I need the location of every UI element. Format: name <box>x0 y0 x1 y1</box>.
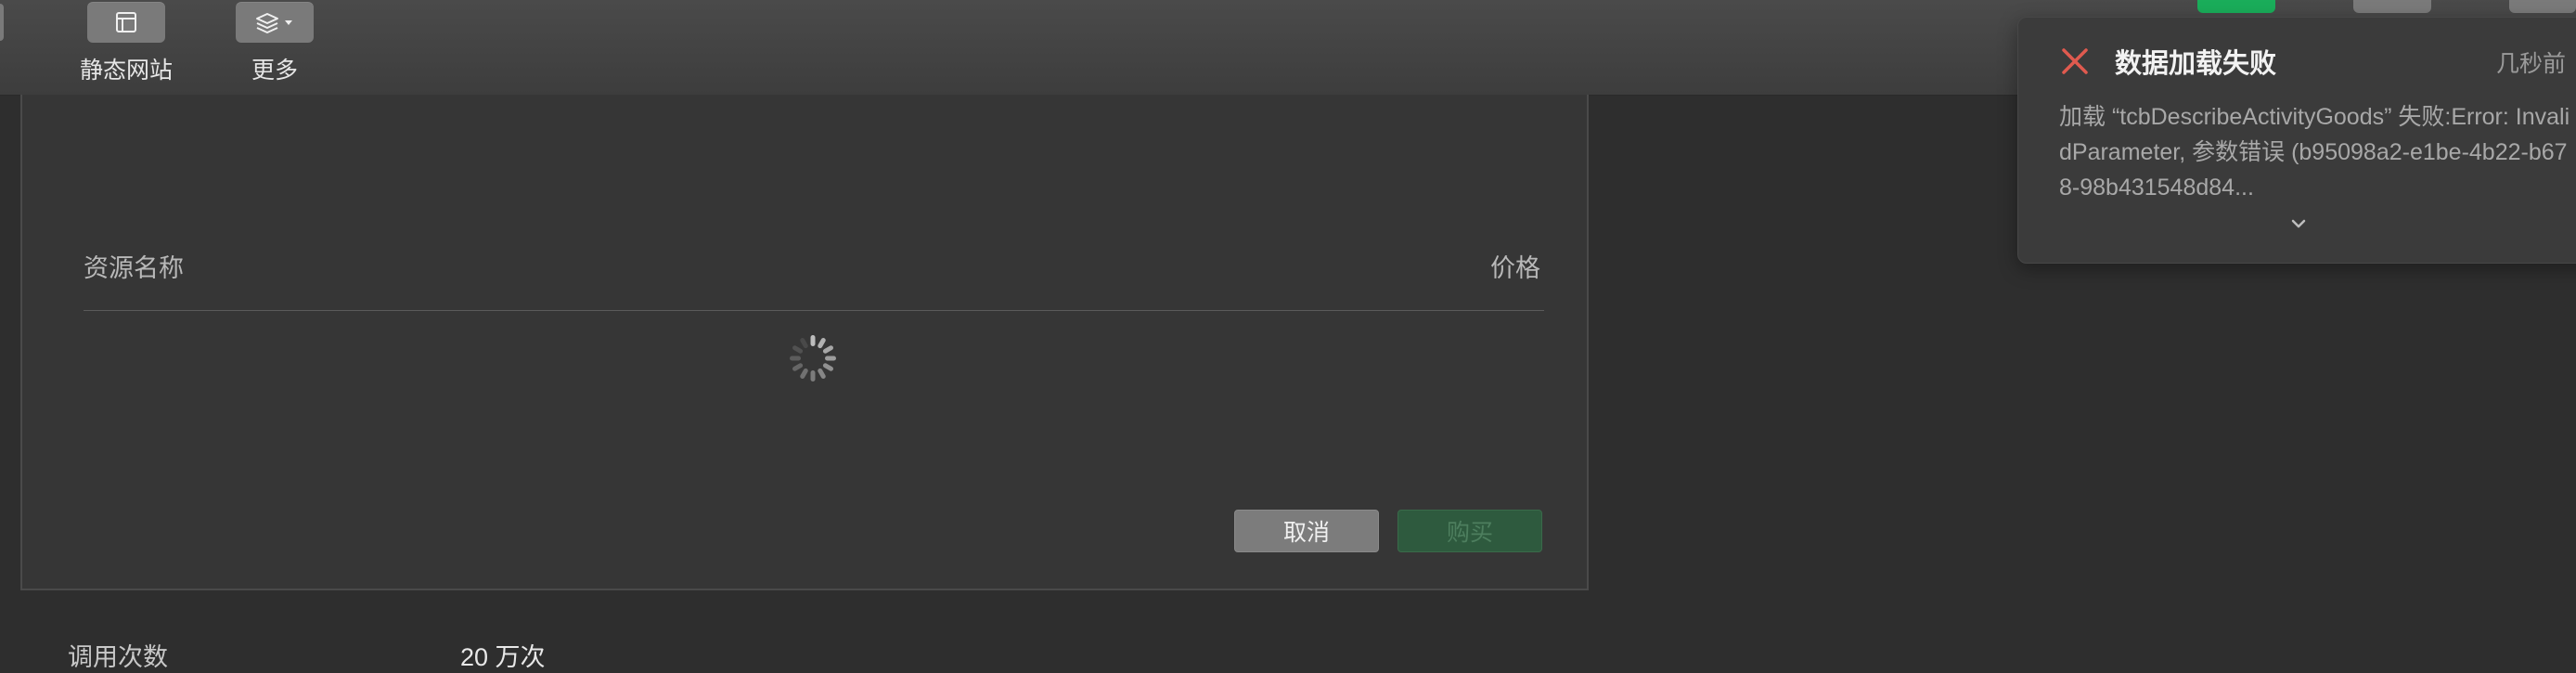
loading-spinner <box>790 335 836 382</box>
chevron-down-icon[interactable] <box>2287 213 2310 235</box>
static-site-icon <box>87 2 165 43</box>
more-label: 更多 <box>251 58 298 84</box>
column-header-resource: 资源名称 <box>84 254 184 282</box>
buy-button[interactable]: 购买 <box>1397 510 1542 552</box>
error-notification: 数据加载失败 几秒前 加载 “tcbDescribeActivityGoods”… <box>2017 17 2576 264</box>
chevron-down-icon <box>285 20 292 25</box>
usage-value: 20 万次 <box>460 643 546 671</box>
column-header-price: 价格 <box>1490 254 1540 282</box>
notification-time: 几秒前 <box>2495 51 2566 77</box>
table-divider <box>84 310 1544 311</box>
green-toolbar-button[interactable] <box>2197 0 2275 13</box>
toolbar-button[interactable] <box>2353 0 2431 13</box>
static-site-button[interactable]: 静态网站 <box>80 2 173 85</box>
notification-message: 加载 “tcbDescribeActivityGoods” 失败:Error: … <box>2059 104 2570 201</box>
notification-title: 数据加载失败 <box>2115 49 2277 79</box>
close-icon[interactable] <box>2059 45 2091 77</box>
layers-icon <box>236 2 314 43</box>
usage-label: 调用次数 <box>68 643 168 671</box>
static-site-label: 静态网站 <box>80 58 174 84</box>
more-button[interactable]: 更多 <box>236 2 314 85</box>
purchase-dialog: 资源名称 价格 取消 购买 <box>20 95 1589 590</box>
toolbar-button[interactable] <box>2509 0 2576 13</box>
toolbar-edge-button[interactable] <box>0 4 4 41</box>
cancel-button[interactable]: 取消 <box>1234 510 1379 552</box>
